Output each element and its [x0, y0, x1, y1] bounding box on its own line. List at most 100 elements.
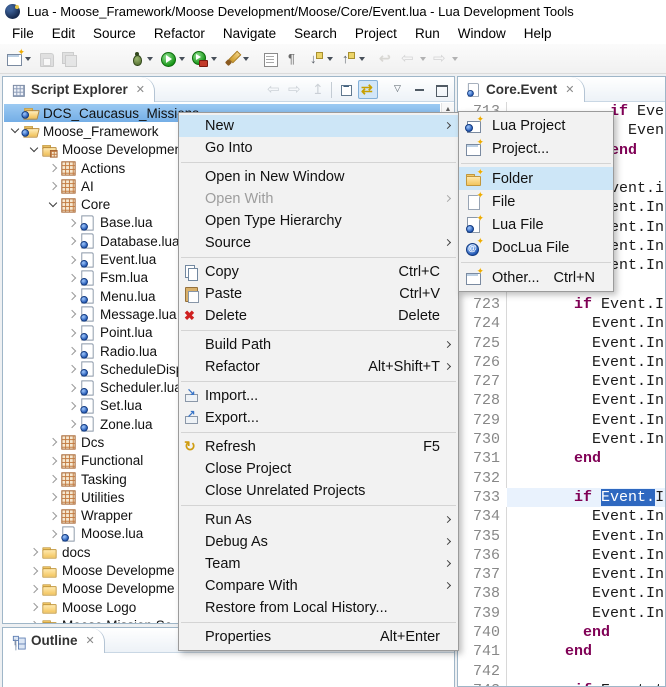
- menubar-item-edit[interactable]: Edit: [43, 24, 84, 43]
- menu-item-paste[interactable]: PasteCtrl+V: [179, 283, 458, 305]
- collapse-chevron-icon[interactable]: [27, 143, 41, 157]
- line-number[interactable]: 739: [458, 604, 500, 623]
- line-number[interactable]: 729: [458, 411, 500, 430]
- menu-item-restore-from-local-history[interactable]: Restore from Local History...: [179, 597, 458, 619]
- expand-chevron-icon[interactable]: [65, 216, 79, 230]
- previous-annotation-button[interactable]: [338, 49, 367, 69]
- dropdown-caret-icon[interactable]: [243, 57, 249, 64]
- line-number[interactable]: 730: [458, 430, 500, 449]
- menu-item-go-into[interactable]: Go Into: [179, 137, 458, 159]
- code-line[interactable]: 726 Event.IniUnitName = Event.IniDCSUnit…: [458, 353, 665, 372]
- code-line[interactable]: 741 end: [458, 642, 665, 661]
- menubar-item-file[interactable]: File: [3, 24, 43, 43]
- code-line[interactable]: 725 Event.IniDCSUnitName = Event.IniDCSU…: [458, 334, 665, 353]
- menubar-item-help[interactable]: Help: [515, 24, 561, 43]
- line-number[interactable]: 726: [458, 353, 500, 372]
- expand-chevron-icon[interactable]: [65, 271, 79, 285]
- expand-chevron-icon[interactable]: [65, 289, 79, 303]
- line-number[interactable]: 734: [458, 507, 500, 526]
- menubar-item-window[interactable]: Window: [449, 24, 515, 43]
- menu-item-doclua-file[interactable]: ✦DocLua File: [459, 236, 613, 259]
- code-line[interactable]: 723 if Event.IniObjectCategory == Object…: [458, 295, 665, 314]
- code-line[interactable]: 740 end: [458, 623, 665, 642]
- code-line[interactable]: 727 Event.IniUnit = UNIT:FindByName( Eve…: [458, 372, 665, 391]
- expand-chevron-icon[interactable]: [65, 362, 79, 376]
- menu-item-debug-as[interactable]: Debug As: [179, 531, 458, 553]
- expand-chevron-icon[interactable]: [46, 472, 60, 486]
- collapse-chevron-icon[interactable]: [8, 124, 22, 138]
- menu-item-file[interactable]: ✦File: [459, 190, 613, 213]
- line-number[interactable]: 736: [458, 546, 500, 565]
- line-number[interactable]: 742: [458, 662, 500, 681]
- line-number[interactable]: 738: [458, 584, 500, 603]
- code-line[interactable]: 729 Event.IniDCSGroupName = Event.IniDCS…: [458, 411, 665, 430]
- line-number[interactable]: 731: [458, 449, 500, 468]
- expand-chevron-icon[interactable]: [46, 454, 60, 468]
- code-line[interactable]: 735 Event.IniDCSUnitName = Event.IniDCSU…: [458, 527, 665, 546]
- expand-chevron-icon[interactable]: [27, 600, 41, 614]
- menu-item-delete[interactable]: DeleteDelete: [179, 305, 458, 327]
- expand-chevron-icon[interactable]: [27, 564, 41, 578]
- expand-chevron-icon[interactable]: [27, 545, 41, 559]
- expand-chevron-icon[interactable]: [65, 344, 79, 358]
- menu-item-lua-file[interactable]: ✦Lua File: [459, 213, 613, 236]
- line-number[interactable]: 723: [458, 295, 500, 314]
- menu-item-close-unrelated-projects[interactable]: Close Unrelated Projects: [179, 480, 458, 502]
- next-annotation-button[interactable]: [306, 49, 335, 69]
- link-with-editor-button[interactable]: [358, 80, 378, 99]
- code-line[interactable]: 724 Event.IniDCSUnit = Event.initiator: [458, 314, 665, 333]
- expand-chevron-icon[interactable]: [46, 527, 60, 541]
- menubar-item-navigate[interactable]: Navigate: [214, 24, 285, 43]
- block-selection-button[interactable]: [260, 49, 280, 69]
- dropdown-caret-icon[interactable]: [25, 57, 31, 64]
- collapse-all-button[interactable]: [337, 80, 357, 99]
- code-line[interactable]: 737 Event.IniUnit = UNIT:FindByName( Eve…: [458, 565, 665, 584]
- tab-outline[interactable]: Outline ✕: [3, 628, 105, 653]
- menubar-item-source[interactable]: Source: [84, 24, 145, 43]
- expand-chevron-icon[interactable]: [46, 509, 60, 523]
- close-icon[interactable]: ✕: [86, 634, 95, 647]
- menubar-item-search[interactable]: Search: [285, 24, 346, 43]
- expand-chevron-icon[interactable]: [27, 618, 41, 623]
- menu-item-open-type-hierarchy[interactable]: Open Type Hierarchy: [179, 210, 458, 232]
- close-icon[interactable]: ✕: [136, 83, 145, 96]
- menu-item-project[interactable]: ✦Project...: [459, 137, 613, 160]
- run-button[interactable]: [158, 49, 187, 69]
- menu-item-folder[interactable]: ✦Folder: [459, 167, 613, 190]
- line-number[interactable]: 732: [458, 469, 500, 488]
- external-tools-button[interactable]: [190, 49, 219, 69]
- menu-item-refresh[interactable]: RefreshF5: [179, 436, 458, 458]
- line-number[interactable]: 728: [458, 391, 500, 410]
- code-line[interactable]: 742: [458, 662, 665, 681]
- expand-chevron-icon[interactable]: [65, 399, 79, 413]
- menu-item-source[interactable]: Source: [179, 232, 458, 254]
- menu-item-other[interactable]: ✦Other...Ctrl+N: [459, 266, 613, 289]
- code-line[interactable]: 736 Event.IniUnitName = Event.IniDCSUnit…: [458, 546, 665, 565]
- view-menu-button[interactable]: [389, 80, 409, 99]
- code-line[interactable]: 733 if Event.IniObjectCategory == Object…: [458, 488, 665, 507]
- expand-chevron-icon[interactable]: [46, 435, 60, 449]
- line-number[interactable]: 725: [458, 334, 500, 353]
- menubar-item-run[interactable]: Run: [406, 24, 449, 43]
- expand-chevron-icon[interactable]: [65, 307, 79, 321]
- paintbrush-button[interactable]: [222, 49, 251, 69]
- menu-item-close-project[interactable]: Close Project: [179, 458, 458, 480]
- debug-button[interactable]: [126, 49, 155, 69]
- expand-chevron-icon[interactable]: [46, 490, 60, 504]
- code-line[interactable]: 730 Event.IniGroupName = Event.IniDCSGro…: [458, 430, 665, 449]
- show-whitespace-button[interactable]: [283, 49, 303, 69]
- code-line[interactable]: 743 if Event.target ~= nil then: [458, 681, 665, 686]
- menu-item-export[interactable]: Export...: [179, 407, 458, 429]
- menu-item-new[interactable]: New: [179, 115, 458, 137]
- expand-chevron-icon[interactable]: [46, 161, 60, 175]
- code-line[interactable]: 732: [458, 469, 665, 488]
- code-line[interactable]: 738 Event.IniDCSGroupName = Event.IniDCS…: [458, 584, 665, 603]
- line-number[interactable]: 724: [458, 314, 500, 333]
- line-number[interactable]: 743: [458, 681, 500, 686]
- expand-chevron-icon[interactable]: [65, 417, 79, 431]
- dropdown-caret-icon[interactable]: [359, 57, 365, 64]
- menu-item-open-in-new-window[interactable]: Open in New Window: [179, 166, 458, 188]
- line-number[interactable]: 735: [458, 527, 500, 546]
- dropdown-caret-icon[interactable]: [179, 57, 185, 64]
- menu-item-import[interactable]: Import...: [179, 385, 458, 407]
